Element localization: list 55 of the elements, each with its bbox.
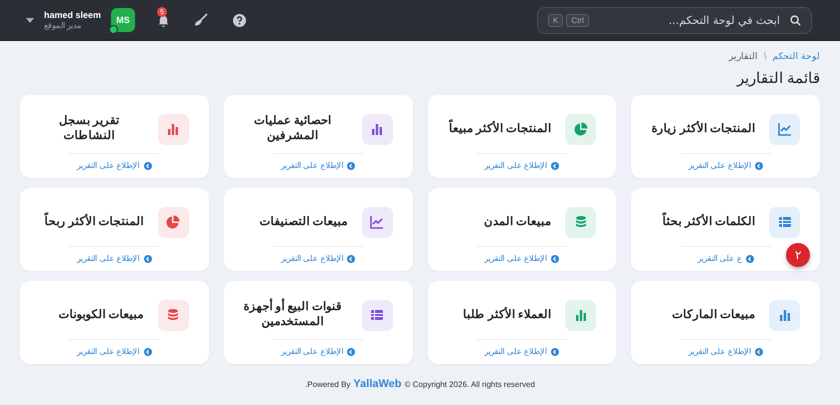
user-name: hamed sleem (44, 10, 102, 20)
brand-link[interactable]: YallaWeb (353, 378, 402, 390)
report-title: المنتجات الأكثر ربحاً (44, 214, 144, 230)
report-title: قنوات البيع أو أجهزة المستخدمين (238, 300, 348, 330)
copyright-text: © Copyright 2026. All rights reserved (404, 380, 535, 389)
report-title: احصائية عمليات المشرفين (253, 114, 332, 144)
powered-by-text: .Powered By (305, 380, 350, 389)
view-report-link[interactable]: الإطلاع على التقرير (484, 161, 560, 170)
chevron-icon (551, 254, 560, 262)
view-report-link[interactable]: الإطلاع على التقرير (77, 254, 152, 263)
help-icon (232, 14, 246, 26)
report-title: الكلمات الأكثر بحثاً (662, 214, 755, 230)
breadcrumb-link[interactable]: لوحة التحكم (772, 51, 820, 61)
chevron-icon (551, 348, 560, 356)
search-input[interactable]: ابحث في لوحة التحكم... (596, 12, 782, 28)
chevron-icon (347, 162, 356, 170)
view-report-link[interactable]: الإطلاع على التقرير (280, 161, 356, 170)
view-report-link[interactable]: الإطلاع على التقرير (77, 347, 152, 356)
view-report-link[interactable]: الإطلاع على التقرير (484, 347, 560, 356)
breadcrumb-separator: \ (764, 51, 766, 61)
caret-icon[interactable] (26, 18, 34, 22)
shortcut-key: Ctrl (566, 14, 589, 26)
report-title: المنتجات الأكثر زيارة (652, 122, 755, 136)
report-title: مبيعات الكوبونات (58, 308, 144, 322)
chevron-icon (144, 348, 152, 356)
report-title: المنتجات الأكثر مبيعاً (448, 122, 552, 136)
view-report-link[interactable]: الإطلاع على التقرير (280, 254, 356, 263)
report-title: مبيعات الماركات (672, 308, 755, 322)
user-role: مدير الموقع (44, 21, 82, 30)
report-title: تقرير بسجل النشاطات (58, 114, 120, 144)
view-report-link[interactable]: الإطلاع على التقرير (77, 161, 152, 170)
step-badge: ٢ (786, 243, 810, 267)
chevron-icon (347, 254, 356, 262)
shortcut-key: K (548, 14, 564, 26)
search-icon (790, 14, 801, 26)
chevron-icon (746, 254, 754, 262)
chevron-icon (144, 254, 152, 262)
brush-icon (194, 13, 208, 27)
chevron-icon (754, 348, 763, 356)
report-title: مبيعات المدن (484, 214, 552, 230)
bell-icon (156, 14, 170, 26)
page-title: قائمة التقارير (735, 69, 820, 87)
view-report-link[interactable]: الإطلاع على التقرير (688, 347, 763, 356)
breadcrumb-current: التقارير (728, 51, 758, 61)
view-report-link[interactable]: الإطلاع على التقرير (688, 161, 763, 170)
report-title: العملاء الأكثر طلبا (462, 308, 552, 322)
view-report-link[interactable]: ع على التقرير (697, 254, 754, 263)
report-title: مبيعات التصنيفات (259, 214, 348, 230)
chevron-icon (551, 162, 560, 170)
chevron-icon (754, 162, 763, 170)
user-avatar[interactable]: MS (111, 8, 136, 32)
view-report-link[interactable]: الإطلاع على التقرير (280, 347, 356, 356)
view-report-link[interactable]: الإطلاع على التقرير (484, 254, 560, 263)
chevron-icon (144, 162, 152, 170)
chevron-icon (347, 348, 356, 356)
